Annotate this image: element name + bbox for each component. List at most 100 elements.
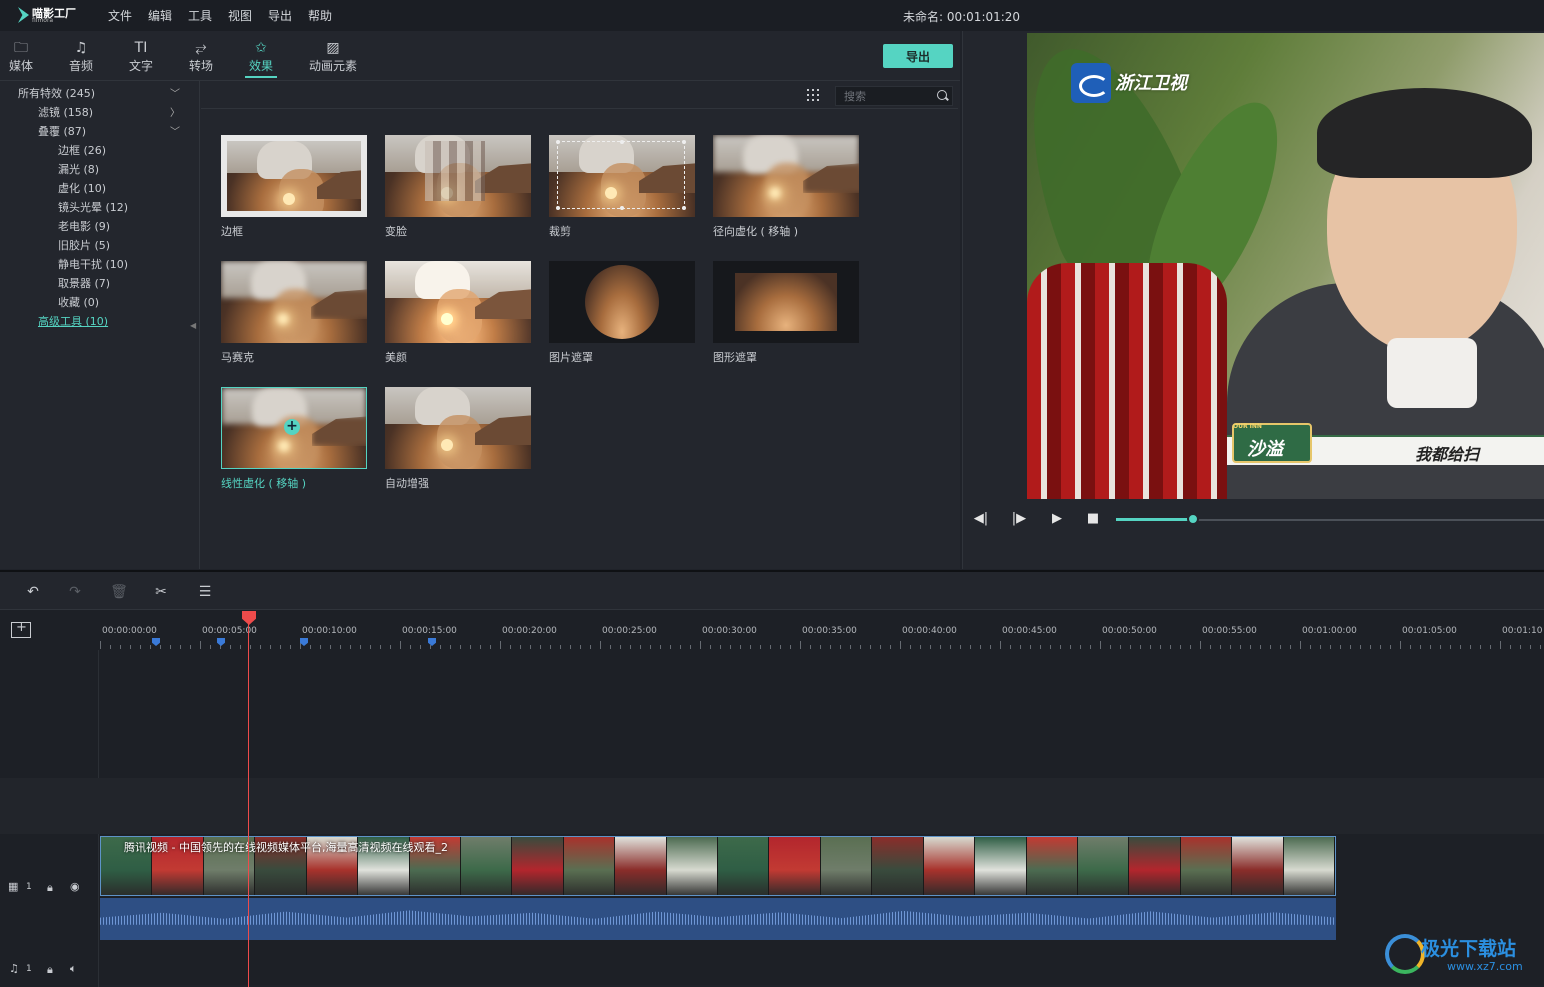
effect-border[interactable]: 边框 [221, 135, 367, 245]
tab-text[interactable]: TI 文字 [121, 39, 161, 74]
add-effect-icon[interactable]: + [284, 419, 300, 435]
tab-transition[interactable]: ⥂ 转场 [181, 39, 221, 74]
audio-waveform[interactable] [100, 898, 1336, 940]
undo-icon[interactable]: ↶ [23, 582, 43, 602]
tab-audio[interactable]: ♫ 音频 [61, 39, 101, 74]
ruler-tick [410, 645, 411, 649]
category-lens-flares[interactable]: 镜头光晕 (12) [58, 199, 128, 215]
prev-frame-icon[interactable]: ◀| [971, 509, 991, 529]
scene-marker[interactable] [300, 638, 308, 646]
category-old-film[interactable]: 老电影 (9) [58, 218, 110, 234]
ruler-tick [770, 645, 771, 649]
clip-frame [1026, 837, 1079, 895]
category-static[interactable]: 静电干扰 (10) [58, 256, 128, 272]
category-utility[interactable]: 高级工具 (10) [38, 313, 108, 329]
ruler-tick [460, 645, 461, 649]
ruler-tick [440, 645, 441, 649]
adjust-icon[interactable]: ☰ [195, 582, 215, 602]
category-bokeh[interactable]: 虚化 (10) [58, 180, 106, 196]
ruler-tick [370, 645, 371, 649]
ruler-tick [1140, 645, 1141, 649]
ruler-tick [570, 645, 571, 649]
tab-media[interactable]: 🗀 媒体 [1, 39, 41, 74]
menu-tools[interactable]: 工具 [188, 7, 212, 24]
ruler-tick [350, 645, 351, 649]
chevron-down-icon[interactable]: ﹀ [170, 123, 180, 138]
effect-shape-mask[interactable]: 图形遮罩 [713, 261, 859, 371]
effect-mosaic[interactable]: 马赛克 [221, 261, 367, 371]
category-all[interactable]: 所有特效 (245) [18, 85, 95, 101]
progress-handle[interactable] [1187, 513, 1200, 525]
scene-marker[interactable] [152, 638, 160, 646]
tab-elements[interactable]: ▨ 动画元素 [306, 39, 360, 74]
effect-tilt-shift-linear[interactable]: + 线性虚化 ( 移轴 ) [221, 387, 367, 497]
eye-icon[interactable]: ◉ [70, 880, 80, 893]
timeline: ↶ ↷ 🗑 ✂ ☰ 00:00:00:0000:00:05:0000:00:10… [0, 570, 1544, 987]
ruler-tick [1360, 645, 1361, 649]
ruler-tick [1480, 645, 1481, 649]
watermark-url: www.xz7.com [1447, 960, 1523, 973]
ruler-tick [910, 645, 911, 649]
menu-export[interactable]: 导出 [268, 7, 292, 24]
menu-view[interactable]: 视图 [228, 7, 252, 24]
player-controls: ◀| |▶ ▶ ■ [963, 505, 1544, 535]
crop-frame [556, 140, 686, 210]
audio-track-number: 1 [26, 964, 32, 974]
menu-help[interactable]: 帮助 [308, 7, 332, 24]
ruler-tick [1330, 645, 1331, 649]
effect-crop[interactable]: 裁剪 [549, 135, 695, 245]
watermark-text: 极光下载站 [1421, 938, 1517, 960]
search-icon[interactable] [937, 90, 947, 100]
ruler-tick [820, 645, 821, 649]
chevron-right-icon[interactable]: 〉 [170, 104, 180, 119]
effect-image-mask[interactable]: 图片遮罩 [549, 261, 695, 371]
tab-effects[interactable]: ✩ 效果 [241, 39, 281, 78]
menu-file[interactable]: 文件 [108, 7, 132, 24]
chevron-down-icon[interactable]: ﹀ [170, 85, 180, 100]
category-frames[interactable]: 边框 (26) [58, 142, 106, 158]
collapse-panel-icon[interactable]: ◀ [190, 321, 196, 330]
stop-icon[interactable]: ■ [1083, 509, 1103, 529]
ruler-tick [270, 645, 271, 649]
effect-beauty[interactable]: 美颜 [385, 261, 531, 371]
category-damaged-film[interactable]: 旧胶片 (5) [58, 237, 110, 253]
delete-icon[interactable]: 🗑 [109, 582, 129, 602]
grid-view-icon[interactable] [807, 89, 819, 101]
ruler-tick [1470, 645, 1471, 649]
export-button[interactable]: 导出 [883, 44, 953, 68]
category-filters[interactable]: 滤镜 (158) [38, 104, 93, 120]
effect-auto-enhance[interactable]: 自动增强 [385, 387, 531, 497]
add-track-icon[interactable] [11, 620, 31, 638]
clip-frame [1283, 837, 1335, 895]
next-frame-icon[interactable]: |▶ [1009, 509, 1029, 529]
tab-label: 动画元素 [308, 59, 357, 73]
category-light-leaks[interactable]: 漏光 (8) [58, 161, 99, 177]
ruler-tick [1460, 645, 1461, 649]
scene-marker[interactable] [217, 638, 225, 646]
ruler-tick [1300, 641, 1301, 649]
menu-bar: 喵影工厂 filmora 文件 编辑 工具 视图 导出 帮助 未命名: 00:0… [0, 0, 1544, 31]
speaker-icon[interactable]: 🔈︎ [70, 962, 77, 976]
effect-radial-blur[interactable]: 径向虚化 ( 移轴 ) [713, 135, 859, 245]
category-overlays[interactable]: 叠覆 (87) [38, 123, 86, 139]
ruler-tick [130, 645, 131, 649]
ruler-tick [650, 645, 651, 649]
menu-edit[interactable]: 编辑 [148, 7, 172, 24]
search-input[interactable] [835, 86, 953, 106]
ruler-tick [330, 645, 331, 649]
cut-icon[interactable]: ✂ [151, 582, 171, 602]
ruler-tick [1170, 645, 1171, 649]
ruler-tick [580, 645, 581, 649]
time-ruler[interactable]: 00:00:00:00 00:00:05:00 00:00:10:00 00:00:1… [100, 611, 1544, 649]
ruler-label: 00:00:50:00 [1102, 626, 1157, 636]
play-icon[interactable]: ▶ [1047, 509, 1067, 529]
redo-icon[interactable]: ↷ [65, 582, 85, 602]
category-favorites[interactable]: 收藏 (0) [58, 294, 99, 310]
lock-icon[interactable]: 🔒︎ [47, 881, 53, 895]
ruler-tick [1150, 645, 1151, 649]
category-viewfinder[interactable]: 取景器 (7) [58, 275, 110, 291]
effect-face-off[interactable]: 变脸 [385, 135, 531, 245]
lock-icon[interactable]: 🔒︎ [47, 963, 53, 977]
ruler-tick [490, 645, 491, 649]
video-clip[interactable]: 腾讯视频 - 中国领先的在线视频媒体平台,海量高清视频在线观看_2 [100, 836, 1336, 940]
